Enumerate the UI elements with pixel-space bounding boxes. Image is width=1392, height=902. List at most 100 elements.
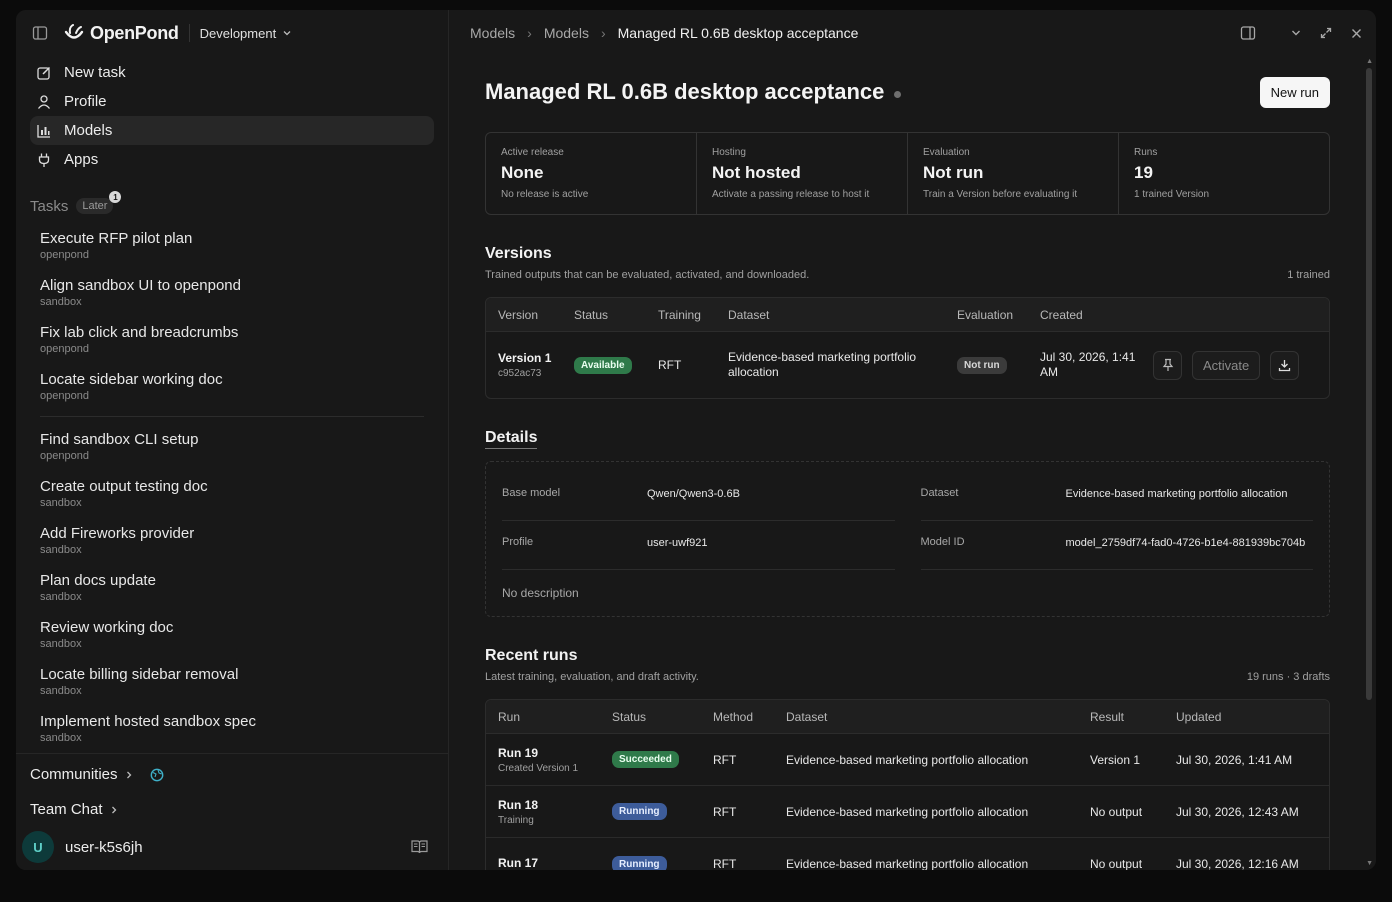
run-cell: Run 19 Created Version 1	[486, 746, 600, 774]
versions-table-header: Version Status Training Dataset Evaluati…	[486, 298, 1329, 332]
runs-table: Run Status Method Dataset Result Updated…	[485, 699, 1330, 870]
task-title: Create output testing doc	[40, 478, 208, 495]
scroll-down-arrow[interactable]: ▼	[1366, 860, 1373, 867]
task-item[interactable]: Find sandbox CLI setup openpond	[40, 427, 448, 474]
sidebar: OpenPond Development New task Profile Mo…	[16, 10, 449, 870]
versions-count: 1 trained	[1287, 269, 1330, 281]
task-title: Review working doc	[40, 619, 174, 636]
col-header: Run	[498, 709, 521, 724]
version-actions: Activate	[1153, 350, 1300, 380]
table-row[interactable]: Run 18 Training Running RFT Evidence-bas…	[486, 786, 1329, 838]
scroll-up-arrow[interactable]: ▲	[1366, 58, 1373, 65]
method-cell: RFT	[713, 857, 737, 870]
nav-apps[interactable]: Apps	[30, 145, 434, 174]
col-header: Result	[1090, 709, 1125, 724]
stat-value: 19	[1134, 163, 1153, 182]
communities-link[interactable]: Communities	[16, 757, 448, 792]
task-title: Locate sidebar working doc	[40, 371, 223, 388]
task-item[interactable]: Create output testing doc sandbox	[40, 474, 448, 521]
task-item[interactable]: Align sandbox UI to openpond sandbox	[40, 273, 448, 320]
book-icon[interactable]	[411, 839, 428, 859]
panel-toggle-icon[interactable]	[1240, 25, 1256, 41]
model-detail-content: Managed RL 0.6B desktop acceptance New r…	[485, 56, 1330, 870]
detail-base-model: Base model Qwen/Qwen3-0.6B	[502, 472, 895, 521]
pin-button[interactable]	[1153, 350, 1182, 380]
runs-title: Recent runs	[485, 647, 578, 664]
task-project: openpond	[40, 249, 89, 261]
breadcrumb-models[interactable]: Models	[470, 25, 515, 41]
details-title[interactable]: Details	[485, 429, 538, 449]
brand-name: OpenPond	[90, 22, 179, 43]
task-project: sandbox	[40, 591, 82, 603]
updated-cell: Jul 30, 2026, 12:16 AM	[1176, 857, 1299, 870]
topbar: Models › Models › Managed RL 0.6B deskto…	[449, 10, 1376, 56]
scrollbar[interactable]	[1366, 68, 1372, 700]
close-icon[interactable]	[1348, 25, 1364, 41]
sidebar-toggle-icon[interactable]	[32, 25, 48, 41]
download-icon	[1279, 359, 1291, 371]
status-badge: Succeeded	[612, 751, 679, 768]
brand-logo[interactable]: OpenPond	[64, 23, 179, 44]
page-header: Managed RL 0.6B desktop acceptance New r…	[485, 76, 1330, 108]
task-title: Find sandbox CLI setup	[40, 431, 199, 448]
plug-icon	[36, 152, 52, 168]
col-header: Created	[1040, 307, 1083, 322]
task-title: Execute RFP pilot plan	[40, 230, 193, 247]
user-name: user-k5s6jh	[65, 838, 143, 856]
nav-new-task[interactable]: New task	[30, 58, 434, 87]
result-cell: No output	[1090, 804, 1143, 819]
new-run-button[interactable]: New run	[1259, 76, 1330, 108]
detail-value: model_2759df74-fad0-4726-b1e4-881939bc70…	[1065, 537, 1306, 549]
breadcrumb-current: Managed RL 0.6B desktop acceptance	[617, 25, 859, 41]
stat-note: 1 trained Version	[1134, 189, 1210, 200]
task-item[interactable]: Fix lab click and breadcrumbs openpond	[40, 320, 448, 367]
stat-evaluation: Evaluation Not run Train a Version befor…	[908, 133, 1119, 214]
status-badge: Available	[574, 356, 632, 374]
download-button[interactable]	[1270, 350, 1300, 380]
org-selector[interactable]: Development	[188, 24, 293, 42]
status-cell: Available	[562, 356, 646, 374]
table-row[interactable]: Run 17 Running RFT Evidence-based market…	[486, 838, 1329, 870]
breadcrumb-models-2[interactable]: Models	[544, 25, 589, 41]
task-item[interactable]: Execute RFP pilot plan openpond	[40, 226, 448, 273]
user-menu[interactable]: U user-k5s6jh	[16, 827, 448, 867]
task-item[interactable]: Review working doc sandbox	[40, 615, 448, 662]
chevron-right-icon: ›	[600, 25, 606, 41]
stat-note: No release is active	[501, 189, 589, 200]
later-filter[interactable]: Later 1	[76, 191, 122, 214]
task-item[interactable]: Plan docs update sandbox	[40, 568, 448, 615]
table-row[interactable]: Run 19 Created Version 1 Succeeded RFT E…	[486, 734, 1329, 786]
status-dot	[894, 90, 902, 98]
runs-table-header: Run Status Method Dataset Result Updated	[486, 700, 1329, 734]
versions-title: Versions	[485, 245, 552, 262]
nav-profile[interactable]: Profile	[30, 87, 434, 116]
task-title: Implement hosted sandbox spec	[40, 713, 256, 730]
created-cell: Jul 30, 2026, 1:41 AM	[1040, 350, 1136, 379]
task-item[interactable]: Add Fireworks provider sandbox	[40, 521, 448, 568]
task-title: Locate billing sidebar removal	[40, 666, 239, 683]
task-project: openpond	[40, 390, 89, 402]
table-row[interactable]: Version 1 c952ac73 Available RFT Evidenc…	[486, 332, 1329, 398]
run-name: Run 18	[498, 797, 539, 812]
task-project: sandbox	[40, 732, 82, 744]
team-chat-link[interactable]: Team Chat	[16, 792, 448, 827]
task-item[interactable]: Locate billing sidebar removal sandbox	[40, 662, 448, 709]
version-hash: c952ac73	[498, 368, 542, 379]
chevron-right-icon: ›	[527, 25, 532, 41]
task-item[interactable]: Implement hosted sandbox spec sandbox	[40, 709, 448, 756]
nav-models[interactable]: Models	[30, 116, 434, 145]
versions-subtitle: Trained outputs that can be evaluated, a…	[485, 269, 810, 281]
activate-button[interactable]: Activate	[1192, 350, 1261, 380]
detail-profile: Profile user-uwf921	[502, 521, 895, 570]
runs-header: Recent runs Latest training, evaluation,…	[485, 647, 1330, 683]
task-project: sandbox	[40, 497, 82, 509]
dataset-cell: Evidence-based marketing portfolio alloc…	[786, 804, 1029, 819]
expand-icon[interactable]	[1318, 25, 1334, 41]
versions-header: Versions Trained outputs that can be eva…	[485, 245, 1330, 281]
nav-label: Models	[64, 122, 113, 139]
task-divider	[40, 416, 424, 417]
task-item[interactable]: Locate sidebar working doc openpond	[40, 367, 448, 414]
chevron-down-icon[interactable]	[1288, 25, 1304, 41]
method-cell: RFT	[713, 752, 737, 767]
updated-cell: Jul 30, 2026, 1:41 AM	[1176, 752, 1293, 767]
